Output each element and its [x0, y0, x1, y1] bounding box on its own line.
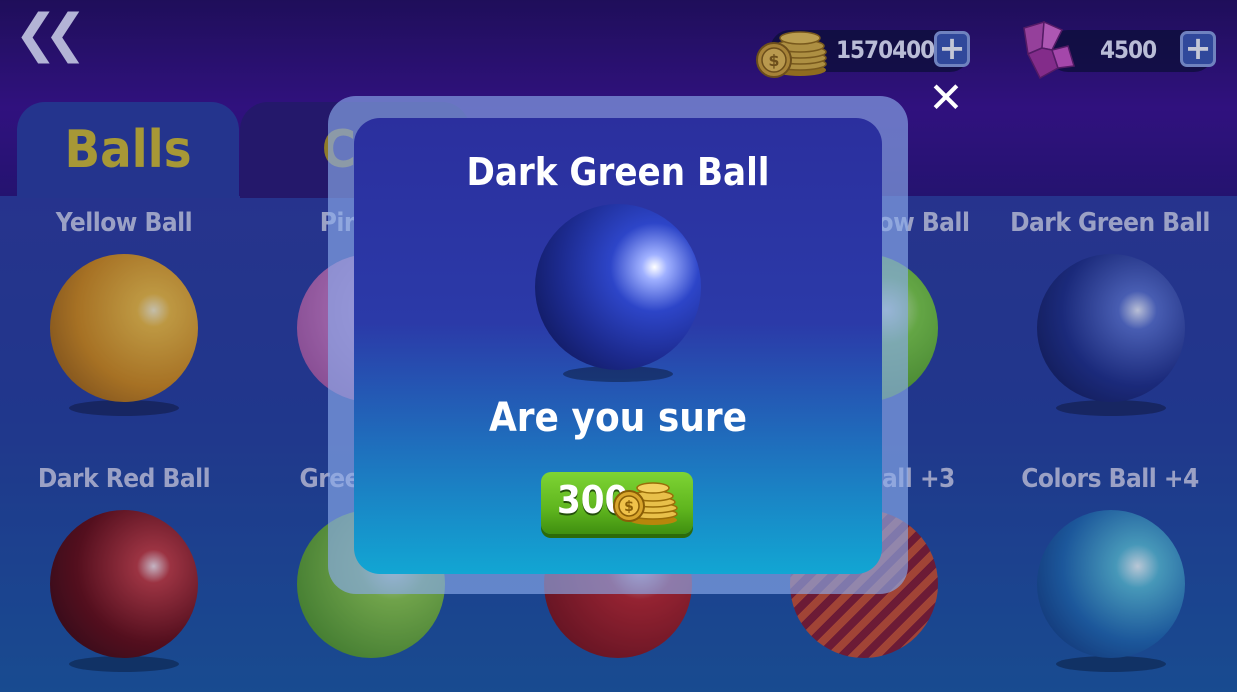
close-icon[interactable]: ✕ [926, 77, 966, 119]
coin-stack-icon: $ [613, 482, 678, 525]
svg-text:$: $ [624, 499, 634, 515]
buy-button[interactable]: 300 $ [541, 472, 693, 534]
dialog-title: Dark Green Ball [466, 150, 770, 194]
dark-green-ball-preview [535, 204, 701, 370]
confirm-question: Are you sure [488, 395, 748, 441]
